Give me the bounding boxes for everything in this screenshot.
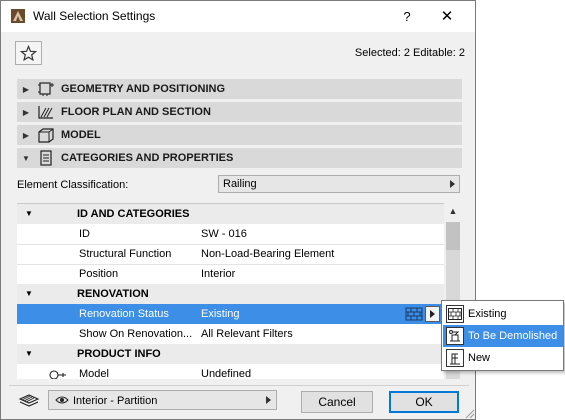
arrow-right-icon <box>430 310 435 318</box>
menu-item-label: Existing <box>468 308 507 320</box>
collapse-arrow-icon: ▼ <box>25 209 33 218</box>
property-value[interactable]: Non-Load-Bearing Element <box>201 248 334 260</box>
property-row-renovation-status[interactable]: Renovation Status Existing <box>17 304 444 324</box>
collapse-arrow-icon: ▼ <box>25 349 33 358</box>
ok-button[interactable]: OK <box>389 391 459 413</box>
layer-dropdown[interactable]: Interior - Partition <box>48 390 277 410</box>
element-classification-label: Element Classification: <box>17 179 129 191</box>
panel-label: GEOMETRY AND POSITIONING <box>61 83 225 95</box>
expand-arrow-icon: ▶ <box>22 107 30 117</box>
property-name: Model <box>79 368 109 379</box>
panel-label: FLOOR PLAN AND SECTION <box>61 106 211 118</box>
property-row[interactable]: Model Undefined <box>17 364 444 379</box>
window-title: Wall Selection Settings <box>33 9 156 23</box>
group-row-renovation[interactable]: ▼ RENOVATION <box>17 284 444 304</box>
floor-plan-icon <box>35 104 57 120</box>
property-name: Structural Function <box>79 248 172 260</box>
group-title: ID AND CATEGORIES <box>77 208 190 220</box>
panel-geometry-and-positioning[interactable]: ▶ GEOMETRY AND POSITIONING <box>17 79 462 99</box>
panel-categories-and-properties[interactable]: ▼ CATEGORIES AND PROPERTIES <box>17 148 462 168</box>
property-name: Show On Renovation... <box>79 328 193 340</box>
group-row-product-info[interactable]: ▼ PRODUCT INFO <box>17 344 444 364</box>
property-row[interactable]: Position Interior <box>17 264 444 284</box>
close-button[interactable]: ✕ <box>433 6 461 28</box>
help-button[interactable]: ? <box>393 6 421 28</box>
existing-brick-icon <box>446 305 464 323</box>
layer-value: Interior - Partition <box>73 395 158 407</box>
renovation-status-popup-menu: Existing To Be Demolished New <box>441 300 564 371</box>
new-construction-icon <box>446 349 464 367</box>
selection-count: Selected: 2 Editable: 2 <box>354 47 465 59</box>
panel-floor-plan-and-section[interactable]: ▶ FLOOR PLAN AND SECTION <box>17 102 462 122</box>
collapse-arrow-icon: ▼ <box>22 153 30 163</box>
scrollbar-thumb[interactable] <box>446 222 460 250</box>
element-classification-dropdown[interactable]: Railing <box>218 175 460 193</box>
resize-grip-icon[interactable] <box>463 407 475 419</box>
property-row[interactable]: Show On Renovation... All Relevant Filte… <box>17 324 444 344</box>
property-value[interactable]: Undefined <box>201 368 251 379</box>
expand-arrow-icon: ▶ <box>22 130 30 140</box>
property-value[interactable]: All Relevant Filters <box>201 328 293 340</box>
archicad-app-icon <box>11 9 25 23</box>
wall-selection-settings-dialog: Wall Selection Settings ? ✕ Selected: 2 … <box>0 0 476 420</box>
model-box-icon <box>35 127 57 143</box>
panel-label: CATEGORIES AND PROPERTIES <box>61 152 234 164</box>
property-row[interactable]: ID SW - 016 <box>17 224 444 244</box>
star-icon <box>20 44 37 61</box>
cancel-button[interactable]: Cancel <box>301 391 373 413</box>
scroll-up-icon[interactable]: ▲ <box>444 206 462 220</box>
property-tree: ▼ ID AND CATEGORIES ID SW - 016 Structur… <box>17 203 444 379</box>
favorites-button[interactable] <box>15 41 42 65</box>
group-row-id-and-categories[interactable]: ▼ ID AND CATEGORIES <box>17 204 444 224</box>
menu-item-label: To Be Demolished <box>468 330 558 342</box>
property-value[interactable]: Existing <box>201 308 240 320</box>
classification-value: Railing <box>223 178 257 190</box>
group-title: PRODUCT INFO <box>77 348 161 360</box>
expand-arrow-icon: ▶ <box>22 84 30 94</box>
footer-divider <box>9 385 469 386</box>
demolish-icon <box>446 327 464 345</box>
product-model-icon <box>49 370 66 379</box>
eye-icon <box>55 396 69 404</box>
layers-icon <box>18 394 40 407</box>
group-title: RENOVATION <box>77 288 149 300</box>
panel-model[interactable]: ▶ MODEL <box>17 125 462 145</box>
menu-item-label: New <box>468 352 491 364</box>
property-value[interactable]: SW - 016 <box>201 228 247 240</box>
geometry-icon <box>35 81 57 97</box>
menu-item-to-be-demolished[interactable]: To Be Demolished <box>443 325 563 347</box>
property-value[interactable]: Interior <box>201 268 235 280</box>
brick-wall-icon <box>405 307 423 321</box>
renovation-status-menu-button[interactable] <box>425 306 440 322</box>
menu-item-existing[interactable]: Existing <box>443 303 563 325</box>
property-name: Renovation Status <box>79 308 169 320</box>
collapse-arrow-icon: ▼ <box>25 289 33 298</box>
property-row[interactable]: Structural Function Non-Load-Bearing Ele… <box>17 244 444 264</box>
title-bar[interactable]: Wall Selection Settings ? ✕ <box>1 1 475 32</box>
panel-label: MODEL <box>61 129 101 141</box>
dropdown-arrow-icon <box>450 180 455 188</box>
properties-list-icon <box>35 150 57 166</box>
property-name: Position <box>79 268 119 280</box>
property-name: ID <box>79 228 90 240</box>
menu-item-new[interactable]: New <box>443 347 563 369</box>
dropdown-arrow-icon <box>266 396 271 404</box>
